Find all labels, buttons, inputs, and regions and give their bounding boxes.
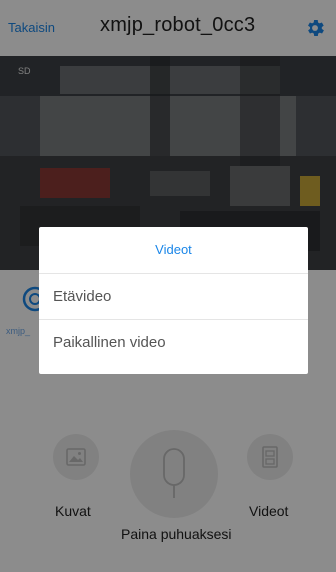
local-video-option[interactable]: Paikallinen video <box>39 320 308 365</box>
remote-video-option[interactable]: Etävideo <box>39 274 308 320</box>
dialog-title: Videot <box>39 227 308 274</box>
videos-dialog: Videot Etävideo Paikallinen video <box>39 227 308 374</box>
